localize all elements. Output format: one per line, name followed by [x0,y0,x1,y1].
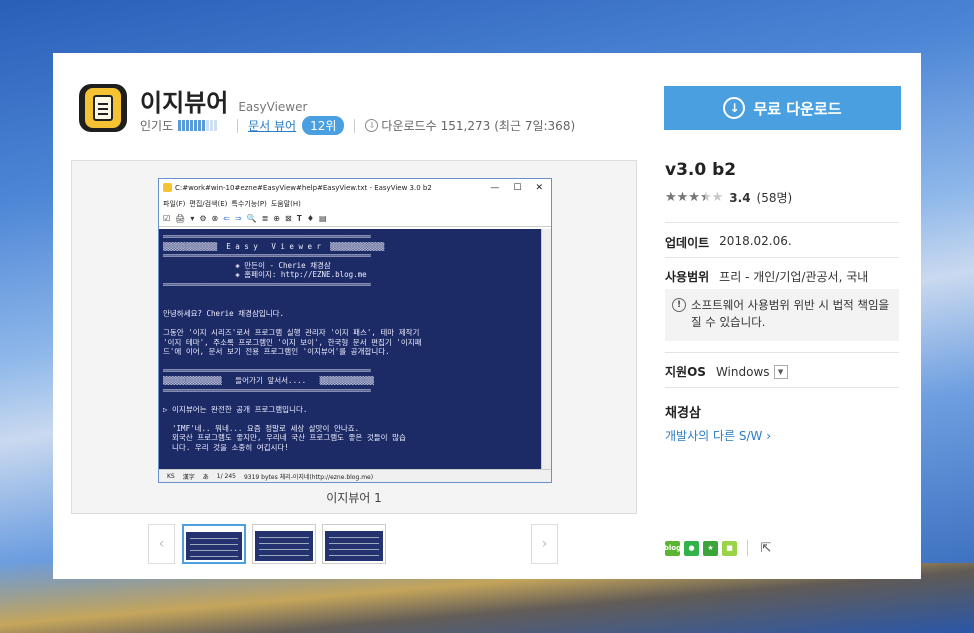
divider [665,352,899,353]
bookmark-share-icon[interactable]: ■ [722,540,737,556]
license-label: 사용범위 [665,270,710,284]
software-card: 이지뷰어 EasyViewer 인기도 문서 뷰어 12위 ⇩ 다운로드수 15… [53,53,921,579]
divider [665,222,899,223]
rank-badge: 12위 [302,116,345,135]
divider [747,540,748,556]
window-toolbar: ☑ 🖨 ▾ ⚙ ⊗ ⇐ ⇒ 🔍 ≣ ⊕ ⊠ 𝐓 ♦ ▤ [159,211,551,227]
os-label: 지원OS [665,365,706,379]
window-app-icon [163,183,172,192]
app-screenshot-window: C:#work#win-10#ezne#EasyView#help#EasyVi… [158,178,552,483]
blog-share-icon[interactable]: blog [664,540,681,556]
rating-stars: ★★★★★★★★★★ [665,190,724,205]
popularity-segment [194,120,198,131]
rating: ★★★★★★★★★★ 3.4 (58명) [665,189,792,206]
window-titlebar: C:#work#win-10#ezne#EasyView#help#EasyVi… [159,179,551,196]
category-link[interactable]: 문서 뷰어 [248,117,296,134]
version-label: v3.0 b2 [665,160,737,180]
thumbnail-strip [182,524,386,564]
chevron-down-icon: ▼ [773,364,788,379]
os-value: Windows [715,364,770,379]
thumbnail-next-button[interactable]: › [531,524,558,564]
popularity-bar [178,120,218,131]
status-field: 9319 bytes 체리-이지네(http://ezne.blog.me) [243,473,374,481]
menu-item: 특수기능(P) [231,199,267,208]
thumbnail-prev-button[interactable]: ‹ [148,524,175,564]
screenshot-caption: 이지뷰어 1 [326,491,382,505]
license-warning: ! 소프트웨어 사용범위 위반 시 법적 책임을 질 수 있습니다. [665,289,899,341]
popularity-segment [206,120,210,131]
free-download-button[interactable]: ↓ 무료 다운로드 [664,86,901,130]
update-label: 업데이트 [665,236,710,250]
band-share-icon[interactable]: ● [684,540,699,556]
share-out-icon[interactable]: ⇱ [758,540,774,556]
rating-count: (58명) [756,191,793,205]
thumbnail-2[interactable] [252,524,316,564]
popularity-segment [190,120,194,131]
app-meta: 인기도 문서 뷰어 12위 ⇩ 다운로드수 151,273 (최근 7일:368… [140,116,575,135]
downloads-label: 다운로드수 [381,119,437,133]
divider [354,118,356,133]
status-field: KS [167,472,175,480]
download-icon: ↓ [723,97,746,119]
window-scrollbar [541,229,551,469]
rating-score: 3.4 [729,190,751,205]
menu-item: 편집/검색(E) [189,199,228,208]
downloads-count: 151,273 [440,118,491,133]
window-controls: — ☐ ✕ [490,182,543,193]
window-title: C:#work#win-10#ezne#EasyView#help#EasyVi… [175,183,432,192]
license-value: 프리 - 개인/기업/관공서, 국내 [719,270,869,284]
share-bar: blog ● ★ ■ ⇱ [664,540,774,556]
os-row: 지원OS Windows ▼ [665,363,788,380]
popularity-segment [182,120,186,131]
thumbnail-3[interactable] [322,524,386,564]
status-field: 漢字 [182,473,195,481]
recent-downloads: (최근 7일:368) [494,119,576,133]
popularity-segment [202,120,206,131]
window-statusbar: KS 漢字 あ 1/ 245 9319 bytes 체리-이지네(http://… [159,469,551,482]
popularity-label: 인기도 [140,119,174,133]
update-date: 2018.02.06. [719,234,792,248]
app-logo-icon [79,84,127,132]
popularity-segment [210,120,214,131]
popularity-segment [186,120,190,131]
os-select[interactable]: Windows ▼ [716,363,788,380]
divider [237,118,239,133]
divider [665,257,899,258]
developer-name: 채경삼 [665,406,701,421]
popularity-segment [178,120,182,131]
app-title: 이지뷰어 EasyViewer [140,83,307,118]
popularity-segment [214,120,218,131]
app-name-ko: 이지뷰어 [140,89,229,117]
warning-text: 소프트웨어 사용범위 위반 시 법적 책임을 질 수 있습니다. [691,298,890,329]
window-menubar: 파일(F) 편집/검색(E) 특수기능(P) 도움말(H) [159,196,551,211]
warning-icon: ! [672,298,686,312]
status-field: 1/ 245 [216,472,236,480]
developer-other-software-link[interactable]: 개발사의 다른 S/W › [665,427,771,444]
document-text: ════════════════════════════════════════… [159,229,541,469]
status-field: あ [202,473,209,481]
update-row: 업데이트 2018.02.06. [665,234,792,251]
download-button-label: 무료 다운로드 [753,99,842,118]
menu-item: 파일(F) [163,199,186,208]
thumbnail-1[interactable] [182,524,246,564]
download-count-icon: ⇩ [365,119,379,132]
screenshot-viewer[interactable]: C:#work#win-10#ezne#EasyView#help#EasyVi… [71,160,637,514]
license-row: 사용범위 프리 - 개인/기업/관공서, 국내 [665,268,868,285]
popularity-segment [198,120,202,131]
favorite-star-icon[interactable]: ★ [703,540,718,556]
menu-item: 도움말(H) [270,199,301,208]
app-name-en: EasyViewer [238,100,308,114]
divider [665,387,899,388]
